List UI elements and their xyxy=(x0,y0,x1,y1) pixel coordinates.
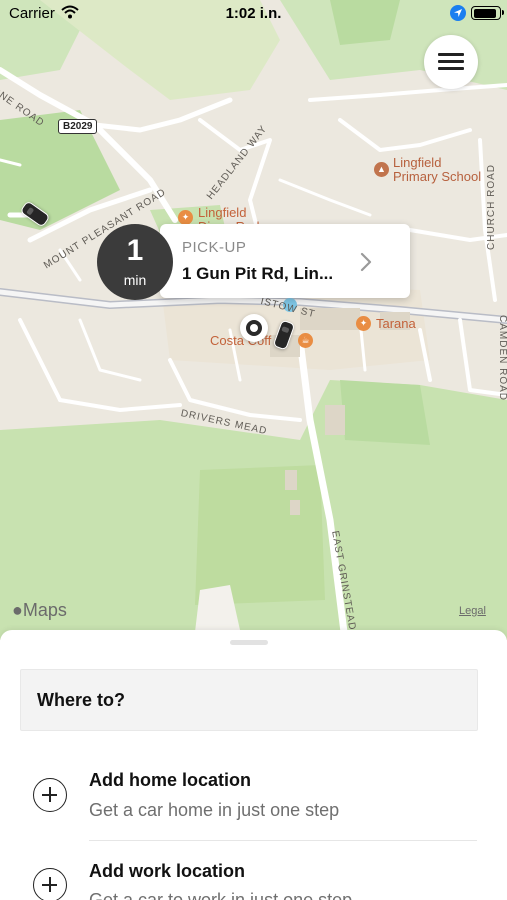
add-home-subtitle: Get a car home in just one step xyxy=(89,800,340,820)
eta-number: 1 xyxy=(126,234,144,267)
add-home-title: Add home location xyxy=(89,770,251,790)
eta-badge: 1 min xyxy=(97,224,173,300)
restaurant-icon: ✦ xyxy=(356,316,371,331)
poi-school-name-line1: Lingfield xyxy=(393,155,442,170)
add-circle-icon xyxy=(33,778,67,812)
status-bar: Carrier 1:02 i.n. xyxy=(0,0,507,28)
school-icon: ▲ xyxy=(374,162,389,177)
poi-school-name-line2: Primary School xyxy=(393,169,482,184)
maps-label: Maps xyxy=(22,600,67,620)
hamburger-icon xyxy=(438,60,464,63)
where-to-search-field[interactable]: Where to? xyxy=(20,669,478,731)
coffee-icon: ☕ xyxy=(298,333,313,348)
pickup-address: 1 Gun Pit Rd, Lin... xyxy=(182,264,334,283)
street-label-church-road: CHURCH ROAD xyxy=(486,164,497,250)
hamburger-icon xyxy=(438,53,464,56)
battery-icon xyxy=(471,6,504,20)
add-work-subtitle: Get a car to work in just one step xyxy=(89,890,353,900)
poi-tarana[interactable]: Tarana xyxy=(376,317,416,331)
menu-button[interactable] xyxy=(424,35,478,89)
apple-icon: ● xyxy=(12,600,23,620)
street-label-camden-road: CAMDEN ROAD xyxy=(497,315,507,402)
restaurant-icon: ✦ xyxy=(178,210,193,225)
where-to-placeholder: Where to? xyxy=(37,690,125,710)
pickup-label: PICK-UP xyxy=(182,239,247,256)
pickup-location-pin[interactable] xyxy=(240,314,268,342)
chevron-right-icon xyxy=(360,252,372,272)
maps-attribution: ●Maps xyxy=(12,600,67,621)
poi-lingfield-primary-school[interactable]: Lingfield Primary School xyxy=(393,156,481,184)
row-divider xyxy=(89,840,477,841)
road-shield-b2029: B2029 xyxy=(58,119,98,134)
poi-lingfield-name: Lingfield xyxy=(198,205,247,220)
eta-unit: min xyxy=(123,272,147,288)
status-time: 1:02 i.n. xyxy=(225,5,282,22)
pickup-callout[interactable]: PICK-UP 1 Gun Pit Rd, Lin... xyxy=(160,224,410,298)
location-arrow-icon xyxy=(450,5,466,21)
bottom-sheet[interactable]: Where to? Add home location Get a car ho… xyxy=(0,630,507,900)
legal-link[interactable]: Legal xyxy=(459,605,486,617)
add-work-title: Add work location xyxy=(89,861,246,881)
map-view[interactable]: ONE ROAD B2029 HEADLAND WAY MOUNT PLEASA… xyxy=(0,0,507,640)
add-circle-icon xyxy=(33,868,67,900)
sheet-grabber[interactable] xyxy=(230,640,268,645)
hamburger-icon xyxy=(438,67,464,70)
